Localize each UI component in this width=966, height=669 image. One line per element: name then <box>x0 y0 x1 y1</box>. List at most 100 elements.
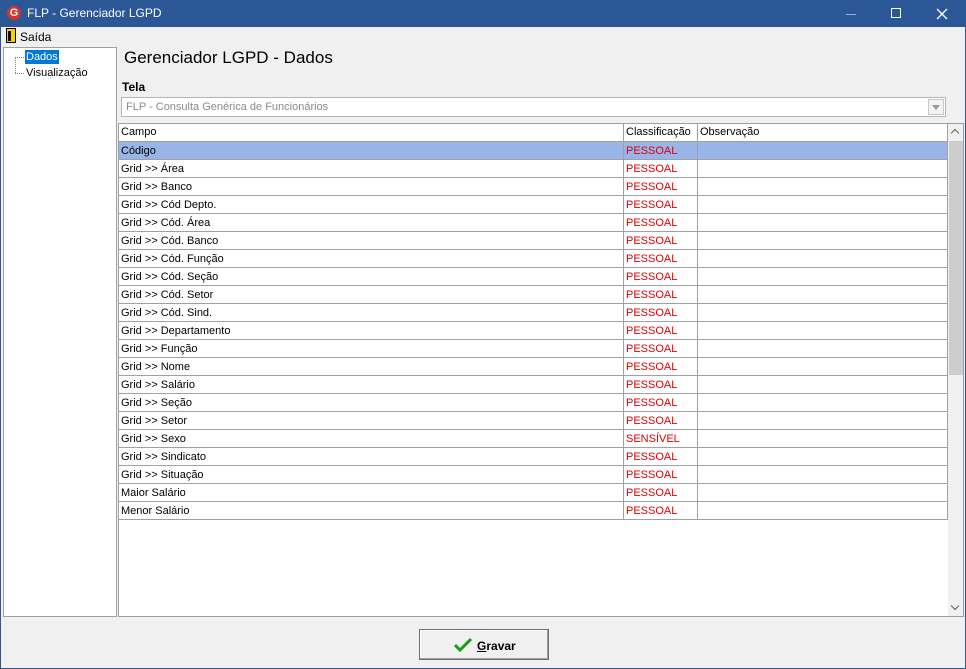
classificacao-cell[interactable]: PESSOAL <box>624 268 698 286</box>
close-button[interactable] <box>919 1 965 27</box>
observacao-cell[interactable] <box>698 250 948 268</box>
classificacao-cell[interactable]: PESSOAL <box>624 340 698 358</box>
table-row[interactable]: Grid >> Área PESSOAL <box>119 160 948 178</box>
table-row[interactable]: Grid >> Função PESSOAL <box>119 340 948 358</box>
tela-select[interactable]: FLP - Consulta Genérica de Funcionários <box>121 97 946 117</box>
classificacao-cell[interactable]: PESSOAL <box>624 232 698 250</box>
table-row[interactable]: Grid >> Departamento PESSOAL <box>119 322 948 340</box>
table-row[interactable]: Grid >> Situação PESSOAL <box>119 466 948 484</box>
campo-cell[interactable]: Menor Salário <box>119 502 624 520</box>
vertical-scrollbar[interactable] <box>948 124 963 616</box>
menu-exit[interactable]: Saída <box>20 30 51 44</box>
observacao-cell[interactable] <box>698 358 948 376</box>
campo-cell[interactable]: Grid >> Seção <box>119 394 624 412</box>
table-row[interactable]: Grid >> Cód. Função PESSOAL <box>119 250 948 268</box>
campo-cell[interactable]: Grid >> Função <box>119 340 624 358</box>
observacao-cell[interactable] <box>698 376 948 394</box>
campo-cell[interactable]: Grid >> Departamento <box>119 322 624 340</box>
campo-cell[interactable]: Grid >> Cód. Área <box>119 214 624 232</box>
title-bar[interactable]: G FLP - Gerenciador LGPD <box>1 1 965 27</box>
table-row[interactable]: Grid >> Salário PESSOAL <box>119 376 948 394</box>
campo-cell[interactable]: Grid >> Nome <box>119 358 624 376</box>
observacao-cell[interactable] <box>698 232 948 250</box>
campo-cell[interactable]: Grid >> Salário <box>119 376 624 394</box>
save-button[interactable]: Gravar <box>419 629 549 660</box>
campo-cell[interactable]: Maior Salário <box>119 484 624 502</box>
classificacao-cell[interactable]: PESSOAL <box>624 394 698 412</box>
table-row[interactable]: Grid >> Nome PESSOAL <box>119 358 948 376</box>
classificacao-cell[interactable]: PESSOAL <box>624 358 698 376</box>
classificacao-cell[interactable]: PESSOAL <box>624 502 698 520</box>
observacao-cell[interactable] <box>698 286 948 304</box>
minimize-button[interactable] <box>827 1 873 27</box>
scrollbar-thumb[interactable] <box>949 141 963 375</box>
exit-door-icon[interactable] <box>6 28 16 43</box>
classificacao-cell[interactable]: PESSOAL <box>624 160 698 178</box>
scroll-up-icon[interactable] <box>948 124 963 141</box>
campo-cell[interactable]: Grid >> Cód. Banco <box>119 232 624 250</box>
campo-cell[interactable]: Grid >> Banco <box>119 178 624 196</box>
observacao-cell[interactable] <box>698 214 948 232</box>
observacao-cell[interactable] <box>698 502 948 520</box>
table-row[interactable]: Grid >> Cód. Seção PESSOAL <box>119 268 948 286</box>
observacao-cell[interactable] <box>698 412 948 430</box>
table-row[interactable]: Grid >> Cód. Banco PESSOAL <box>119 232 948 250</box>
observacao-cell[interactable] <box>698 466 948 484</box>
campo-cell[interactable]: Código <box>119 142 624 160</box>
campo-cell[interactable]: Grid >> Cód. Sind. <box>119 304 624 322</box>
table-row[interactable]: Grid >> Setor PESSOAL <box>119 412 948 430</box>
table-row[interactable]: Grid >> Seção PESSOAL <box>119 394 948 412</box>
maximize-button[interactable] <box>873 1 919 27</box>
table-row[interactable]: Menor Salário PESSOAL <box>119 502 948 520</box>
observacao-cell[interactable] <box>698 268 948 286</box>
classificacao-cell[interactable]: PESSOAL <box>624 196 698 214</box>
column-header-classificacao[interactable]: Classificação <box>624 124 698 142</box>
campo-cell[interactable]: Grid >> Setor <box>119 412 624 430</box>
campo-cell[interactable]: Grid >> Sindicato <box>119 448 624 466</box>
classificacao-cell[interactable]: PESSOAL <box>624 448 698 466</box>
classificacao-cell[interactable]: PESSOAL <box>624 286 698 304</box>
campo-cell[interactable]: Grid >> Cód. Função <box>119 250 624 268</box>
classificacao-cell[interactable]: PESSOAL <box>624 142 698 160</box>
table-row[interactable]: Maior Salário PESSOAL <box>119 484 948 502</box>
observacao-cell[interactable] <box>698 142 948 160</box>
chevron-down-icon[interactable] <box>928 99 944 115</box>
campo-cell[interactable]: Grid >> Área <box>119 160 624 178</box>
observacao-cell[interactable] <box>698 448 948 466</box>
table-row[interactable]: Grid >> Banco PESSOAL <box>119 178 948 196</box>
classificacao-cell[interactable]: PESSOAL <box>624 466 698 484</box>
table-row[interactable]: Código PESSOAL <box>119 142 948 160</box>
campo-cell[interactable]: Grid >> Cód. Setor <box>119 286 624 304</box>
observacao-cell[interactable] <box>698 160 948 178</box>
classificacao-cell[interactable]: PESSOAL <box>624 412 698 430</box>
observacao-cell[interactable] <box>698 322 948 340</box>
observacao-cell[interactable] <box>698 484 948 502</box>
table-row[interactable]: Grid >> Sindicato PESSOAL <box>119 448 948 466</box>
campo-cell[interactable]: Grid >> Cód Depto. <box>119 196 624 214</box>
classificacao-cell[interactable]: PESSOAL <box>624 322 698 340</box>
table-row[interactable]: Grid >> Cód. Setor PESSOAL <box>119 286 948 304</box>
tree-item-visualizacao[interactable]: Visualização <box>25 66 89 80</box>
scroll-down-icon[interactable] <box>948 599 963 616</box>
column-header-observacao[interactable]: Observação <box>698 124 948 142</box>
classificacao-cell[interactable]: PESSOAL <box>624 214 698 232</box>
tree-item-dados[interactable]: Dados <box>25 50 59 64</box>
observacao-cell[interactable] <box>698 178 948 196</box>
classificacao-cell[interactable]: PESSOAL <box>624 304 698 322</box>
table-row[interactable]: Grid >> Cód. Sind. PESSOAL <box>119 304 948 322</box>
campo-cell[interactable]: Grid >> Cód. Seção <box>119 268 624 286</box>
table-row[interactable]: Grid >> Sexo SENSÍVEL <box>119 430 948 448</box>
observacao-cell[interactable] <box>698 394 948 412</box>
classificacao-cell[interactable]: PESSOAL <box>624 376 698 394</box>
classificacao-cell[interactable]: PESSOAL <box>624 250 698 268</box>
observacao-cell[interactable] <box>698 340 948 358</box>
observacao-cell[interactable] <box>698 304 948 322</box>
observacao-cell[interactable] <box>698 430 948 448</box>
table-row[interactable]: Grid >> Cód Depto. PESSOAL <box>119 196 948 214</box>
classificacao-cell[interactable]: PESSOAL <box>624 484 698 502</box>
classificacao-cell[interactable]: SENSÍVEL <box>624 430 698 448</box>
column-header-campo[interactable]: Campo <box>119 124 624 142</box>
campo-cell[interactable]: Grid >> Situação <box>119 466 624 484</box>
campo-cell[interactable]: Grid >> Sexo <box>119 430 624 448</box>
classificacao-cell[interactable]: PESSOAL <box>624 178 698 196</box>
